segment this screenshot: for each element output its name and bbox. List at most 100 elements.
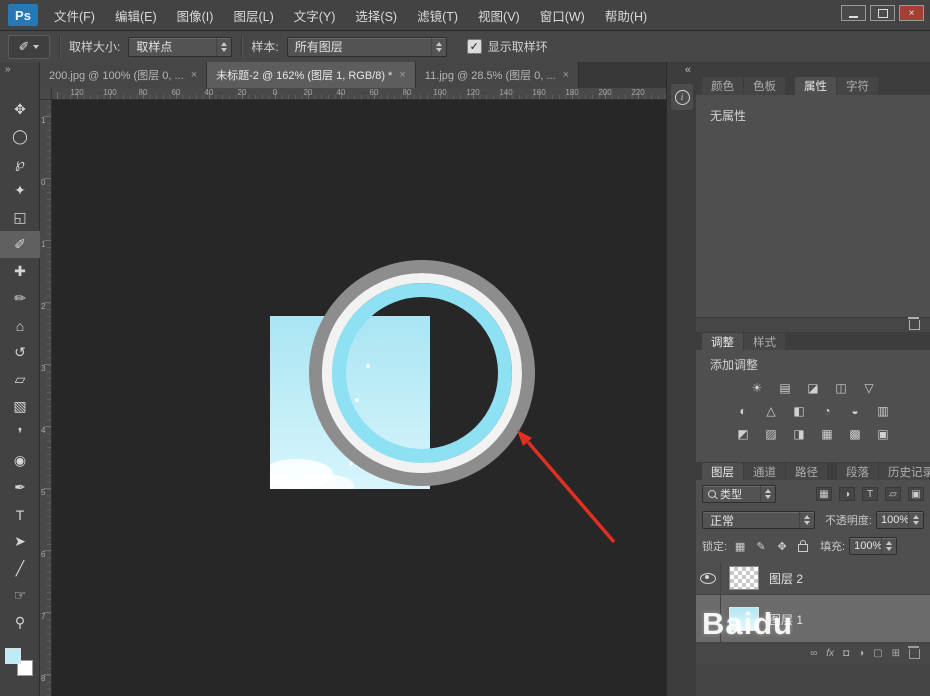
layer-group-icon[interactable]: ▢ xyxy=(873,648,882,659)
shape-layer-filter-icon[interactable]: ▱ xyxy=(885,487,901,501)
eraser-tool[interactable]: ▱ xyxy=(0,366,40,393)
menu-item-10[interactable]: 帮助(H) xyxy=(605,6,647,25)
document-tab-2[interactable]: 未标题-2 @ 162% (图层 1, RGB/8) *× xyxy=(207,62,416,88)
sample-size-dropdown[interactable]: 取样点 xyxy=(128,37,232,57)
lock-label: 锁定: xyxy=(702,538,727,554)
close-icon[interactable]: × xyxy=(399,69,405,81)
type-tool[interactable]: T xyxy=(0,501,40,528)
layer-thumbnail[interactable] xyxy=(729,566,759,590)
tab-styles[interactable]: 样式 xyxy=(744,333,785,351)
trash-icon[interactable] xyxy=(909,320,920,330)
menu-item-5[interactable]: 文字(Y) xyxy=(294,6,336,25)
collapse-toolbar-icon[interactable]: » xyxy=(5,64,11,75)
brightness-contrast-icon[interactable]: ☀ xyxy=(748,380,766,396)
blur-tool[interactable]: ❜ xyxy=(0,420,40,447)
minimize-button[interactable] xyxy=(841,5,866,21)
threshold-icon[interactable]: ◨ xyxy=(790,426,808,442)
brush-tool[interactable]: ✏ xyxy=(0,285,40,312)
menu-item-4[interactable]: 图层(L) xyxy=(233,6,273,25)
curves-icon[interactable]: ◪ xyxy=(804,380,822,396)
exposure-icon[interactable]: ◫ xyxy=(832,380,850,396)
opacity-dropdown[interactable]: 100% xyxy=(876,511,924,529)
restore-button[interactable] xyxy=(870,5,895,21)
black-white-icon[interactable]: ◧ xyxy=(790,403,808,419)
search-icon xyxy=(708,490,716,498)
healing-brush-icon: ✚ xyxy=(14,263,26,280)
visibility-toggle[interactable] xyxy=(696,562,721,594)
pixel-layer-filter-icon[interactable]: ▦ xyxy=(816,487,832,501)
lasso-tool[interactable]: ℘ xyxy=(0,150,40,177)
foreground-color-swatch[interactable] xyxy=(5,648,21,664)
clone-stamp-tool[interactable]: ⌂ xyxy=(0,312,40,339)
zoom-tool[interactable]: ⚲ xyxy=(0,609,40,636)
tab-properties[interactable]: 属性 xyxy=(795,77,836,95)
layer-row[interactable]: 图层 2 xyxy=(696,562,930,595)
lock-all-icon[interactable] xyxy=(796,539,810,553)
hue-saturation-icon[interactable]: ◐ xyxy=(734,403,752,419)
tab-channels[interactable]: 通道 xyxy=(744,463,785,481)
new-layer-icon[interactable]: ⊞ xyxy=(892,648,900,659)
menu-item-7[interactable]: 滤镜(T) xyxy=(417,6,458,25)
tab-color[interactable]: 颜色 xyxy=(702,77,743,95)
selective-color-icon[interactable]: ▩ xyxy=(846,426,864,442)
posterize-icon[interactable]: ▨ xyxy=(762,426,780,442)
menu-item-2[interactable]: 编辑(E) xyxy=(115,6,157,25)
magic-wand-tool[interactable]: ✦ xyxy=(0,177,40,204)
ruler-label: 40 xyxy=(205,88,214,97)
fill-dropdown[interactable]: 100% xyxy=(849,537,897,555)
tab-adjustments[interactable]: 调整 xyxy=(702,333,743,351)
levels-icon[interactable]: ▤ xyxy=(776,380,794,396)
tab-history[interactable]: 历史记录 xyxy=(879,463,930,481)
dodge-tool[interactable]: ◉ xyxy=(0,447,40,474)
expand-panels-icon[interactable]: « xyxy=(685,64,691,76)
tab-paths[interactable]: 路径 xyxy=(786,463,827,481)
sample-dropdown[interactable]: 所有图层 xyxy=(287,37,447,57)
color-balance-icon[interactable]: △ xyxy=(762,403,780,419)
close-button[interactable]: × xyxy=(899,5,924,21)
menu-item-8[interactable]: 视图(V) xyxy=(478,6,520,25)
invert-icon[interactable]: ◩ xyxy=(734,426,752,442)
hand-tool[interactable]: ☞ xyxy=(0,582,40,609)
show-ring-checkbox[interactable]: ✓ xyxy=(467,39,482,54)
tab-swatches[interactable]: 色板 xyxy=(744,77,785,95)
line-tool[interactable]: ╱ xyxy=(0,555,40,582)
gradient-map-icon[interactable]: ▦ xyxy=(818,426,836,442)
crop-tool[interactable]: ◱ xyxy=(0,204,40,231)
type-layer-filter-icon[interactable]: T xyxy=(862,487,878,501)
lock-position-icon[interactable]: ✥ xyxy=(775,539,789,553)
history-brush-tool[interactable]: ↺ xyxy=(0,339,40,366)
gradient-tool[interactable]: ▧ xyxy=(0,393,40,420)
document-tab-1[interactable]: 200.jpg @ 100% (图层 0, ...× xyxy=(40,62,207,88)
layer-filter-dropdown[interactable]: 类型 xyxy=(702,485,776,503)
pen-tool[interactable]: ✒ xyxy=(0,474,40,501)
info-panel-button[interactable]: i xyxy=(671,84,693,110)
healing-brush-tool[interactable]: ✚ xyxy=(0,258,40,285)
close-icon[interactable]: × xyxy=(191,69,197,81)
lock-pixels-icon[interactable]: ✎ xyxy=(754,539,768,553)
menu-item-6[interactable]: 选择(S) xyxy=(355,6,397,25)
blend-mode-dropdown[interactable]: 正常 xyxy=(702,511,815,529)
tab-layers[interactable]: 图层 xyxy=(702,463,743,481)
menu-item-3[interactable]: 图像(I) xyxy=(177,6,214,25)
document-tab-3[interactable]: 11.jpg @ 28.5% (图层 0, ...× xyxy=(416,62,579,88)
eyedropper-tool[interactable]: ✐ xyxy=(0,231,40,258)
menu-item-1[interactable]: 文件(F) xyxy=(54,6,95,25)
marquee-tool[interactable]: ◯ xyxy=(0,123,40,150)
path-selection-tool[interactable]: ➤ xyxy=(0,528,40,555)
document-canvas[interactable] xyxy=(52,100,666,696)
channel-mixer-icon[interactable]: ◒ xyxy=(846,403,864,419)
vibrance-icon[interactable]: ▽ xyxy=(860,380,878,396)
smart-object-filter-icon[interactable]: ▣ xyxy=(908,487,924,501)
move-tool[interactable]: ✥ xyxy=(0,96,40,123)
lock-transparency-icon[interactable]: ▦ xyxy=(733,539,747,553)
menu-item-9[interactable]: 窗口(W) xyxy=(540,6,585,25)
close-icon[interactable]: × xyxy=(563,69,569,81)
custom-adjustment-icon[interactable]: ▣ xyxy=(874,426,892,442)
delete-layer-icon[interactable] xyxy=(909,649,920,659)
tab-character[interactable]: 字符 xyxy=(837,77,878,95)
tab-paragraph[interactable]: 段落 xyxy=(837,463,878,481)
color-lookup-icon[interactable]: ▥ xyxy=(874,403,892,419)
tool-preset-button[interactable]: ✐ xyxy=(8,35,50,59)
photo-filter-icon[interactable]: ◔ xyxy=(818,403,836,419)
adjustment-layer-filter-icon[interactable]: ◑ xyxy=(839,487,855,501)
